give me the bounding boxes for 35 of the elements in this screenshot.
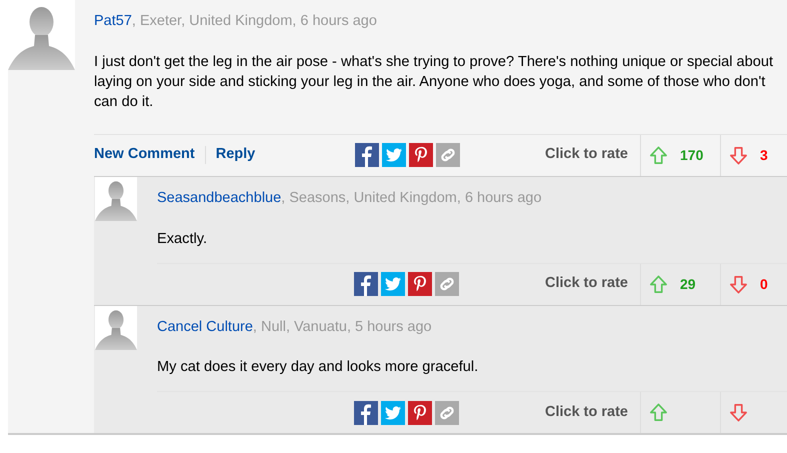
thumbs-up-arrow-icon[interactable] bbox=[649, 403, 668, 422]
reply-link[interactable]: Reply bbox=[216, 144, 266, 166]
new-comment-link[interactable]: New Comment bbox=[94, 144, 205, 166]
downvote-count: 0 bbox=[760, 274, 768, 294]
avatar-silhouette bbox=[94, 306, 138, 350]
facebook-icon[interactable] bbox=[354, 272, 378, 296]
thumbs-up-arrow-icon[interactable] bbox=[649, 146, 668, 165]
link-icon[interactable] bbox=[435, 272, 459, 296]
thumbs-down-arrow-icon[interactable] bbox=[729, 146, 748, 165]
comment-text: My cat does it every day and looks more graceful. bbox=[157, 358, 480, 378]
upvote-count: 29 bbox=[680, 274, 696, 294]
author-link[interactable]: Cancel Culture bbox=[157, 318, 253, 334]
facebook-icon[interactable] bbox=[354, 400, 378, 425]
link-icon[interactable] bbox=[435, 400, 459, 425]
link-icon[interactable] bbox=[436, 143, 460, 168]
upvote-count: 170 bbox=[680, 146, 704, 165]
author-link[interactable]: Seasandbeachblue bbox=[157, 190, 282, 206]
thumbs-down-arrow-icon[interactable] bbox=[729, 403, 748, 422]
comment-text: Exactly. bbox=[157, 230, 208, 248]
rate-label: Click to rate bbox=[545, 274, 629, 294]
avatar-silhouette bbox=[94, 176, 138, 221]
comment-text: I just don't get the leg in the air pose - what's she trying to prove? There's nothing unique or special about laying on your side and sticking your leg in the air. Anyone who does yoga, and some of those who don't can do it. bbox=[94, 52, 774, 112]
pinterest-icon[interactable] bbox=[408, 272, 432, 296]
thumbs-down-arrow-icon[interactable] bbox=[729, 274, 748, 294]
pinterest-icon[interactable] bbox=[408, 400, 432, 425]
author-link[interactable]: Pat57 bbox=[94, 13, 132, 29]
thumbs-up-arrow-icon[interactable] bbox=[649, 274, 668, 294]
comment-meta: , Exeter, United Kingdom, 6 hours ago bbox=[132, 13, 377, 29]
comment-meta: , Null, Vanuatu, 5 hours ago bbox=[252, 318, 432, 334]
facebook-icon[interactable] bbox=[355, 143, 380, 168]
rate-label: Click to rate bbox=[545, 402, 629, 422]
downvote-count: 3 bbox=[760, 146, 768, 165]
rate-label: Click to rate bbox=[545, 145, 629, 164]
pinterest-icon[interactable] bbox=[409, 143, 434, 168]
comment-meta: , Seasons, United Kingdom, 6 hours ago bbox=[281, 190, 542, 206]
